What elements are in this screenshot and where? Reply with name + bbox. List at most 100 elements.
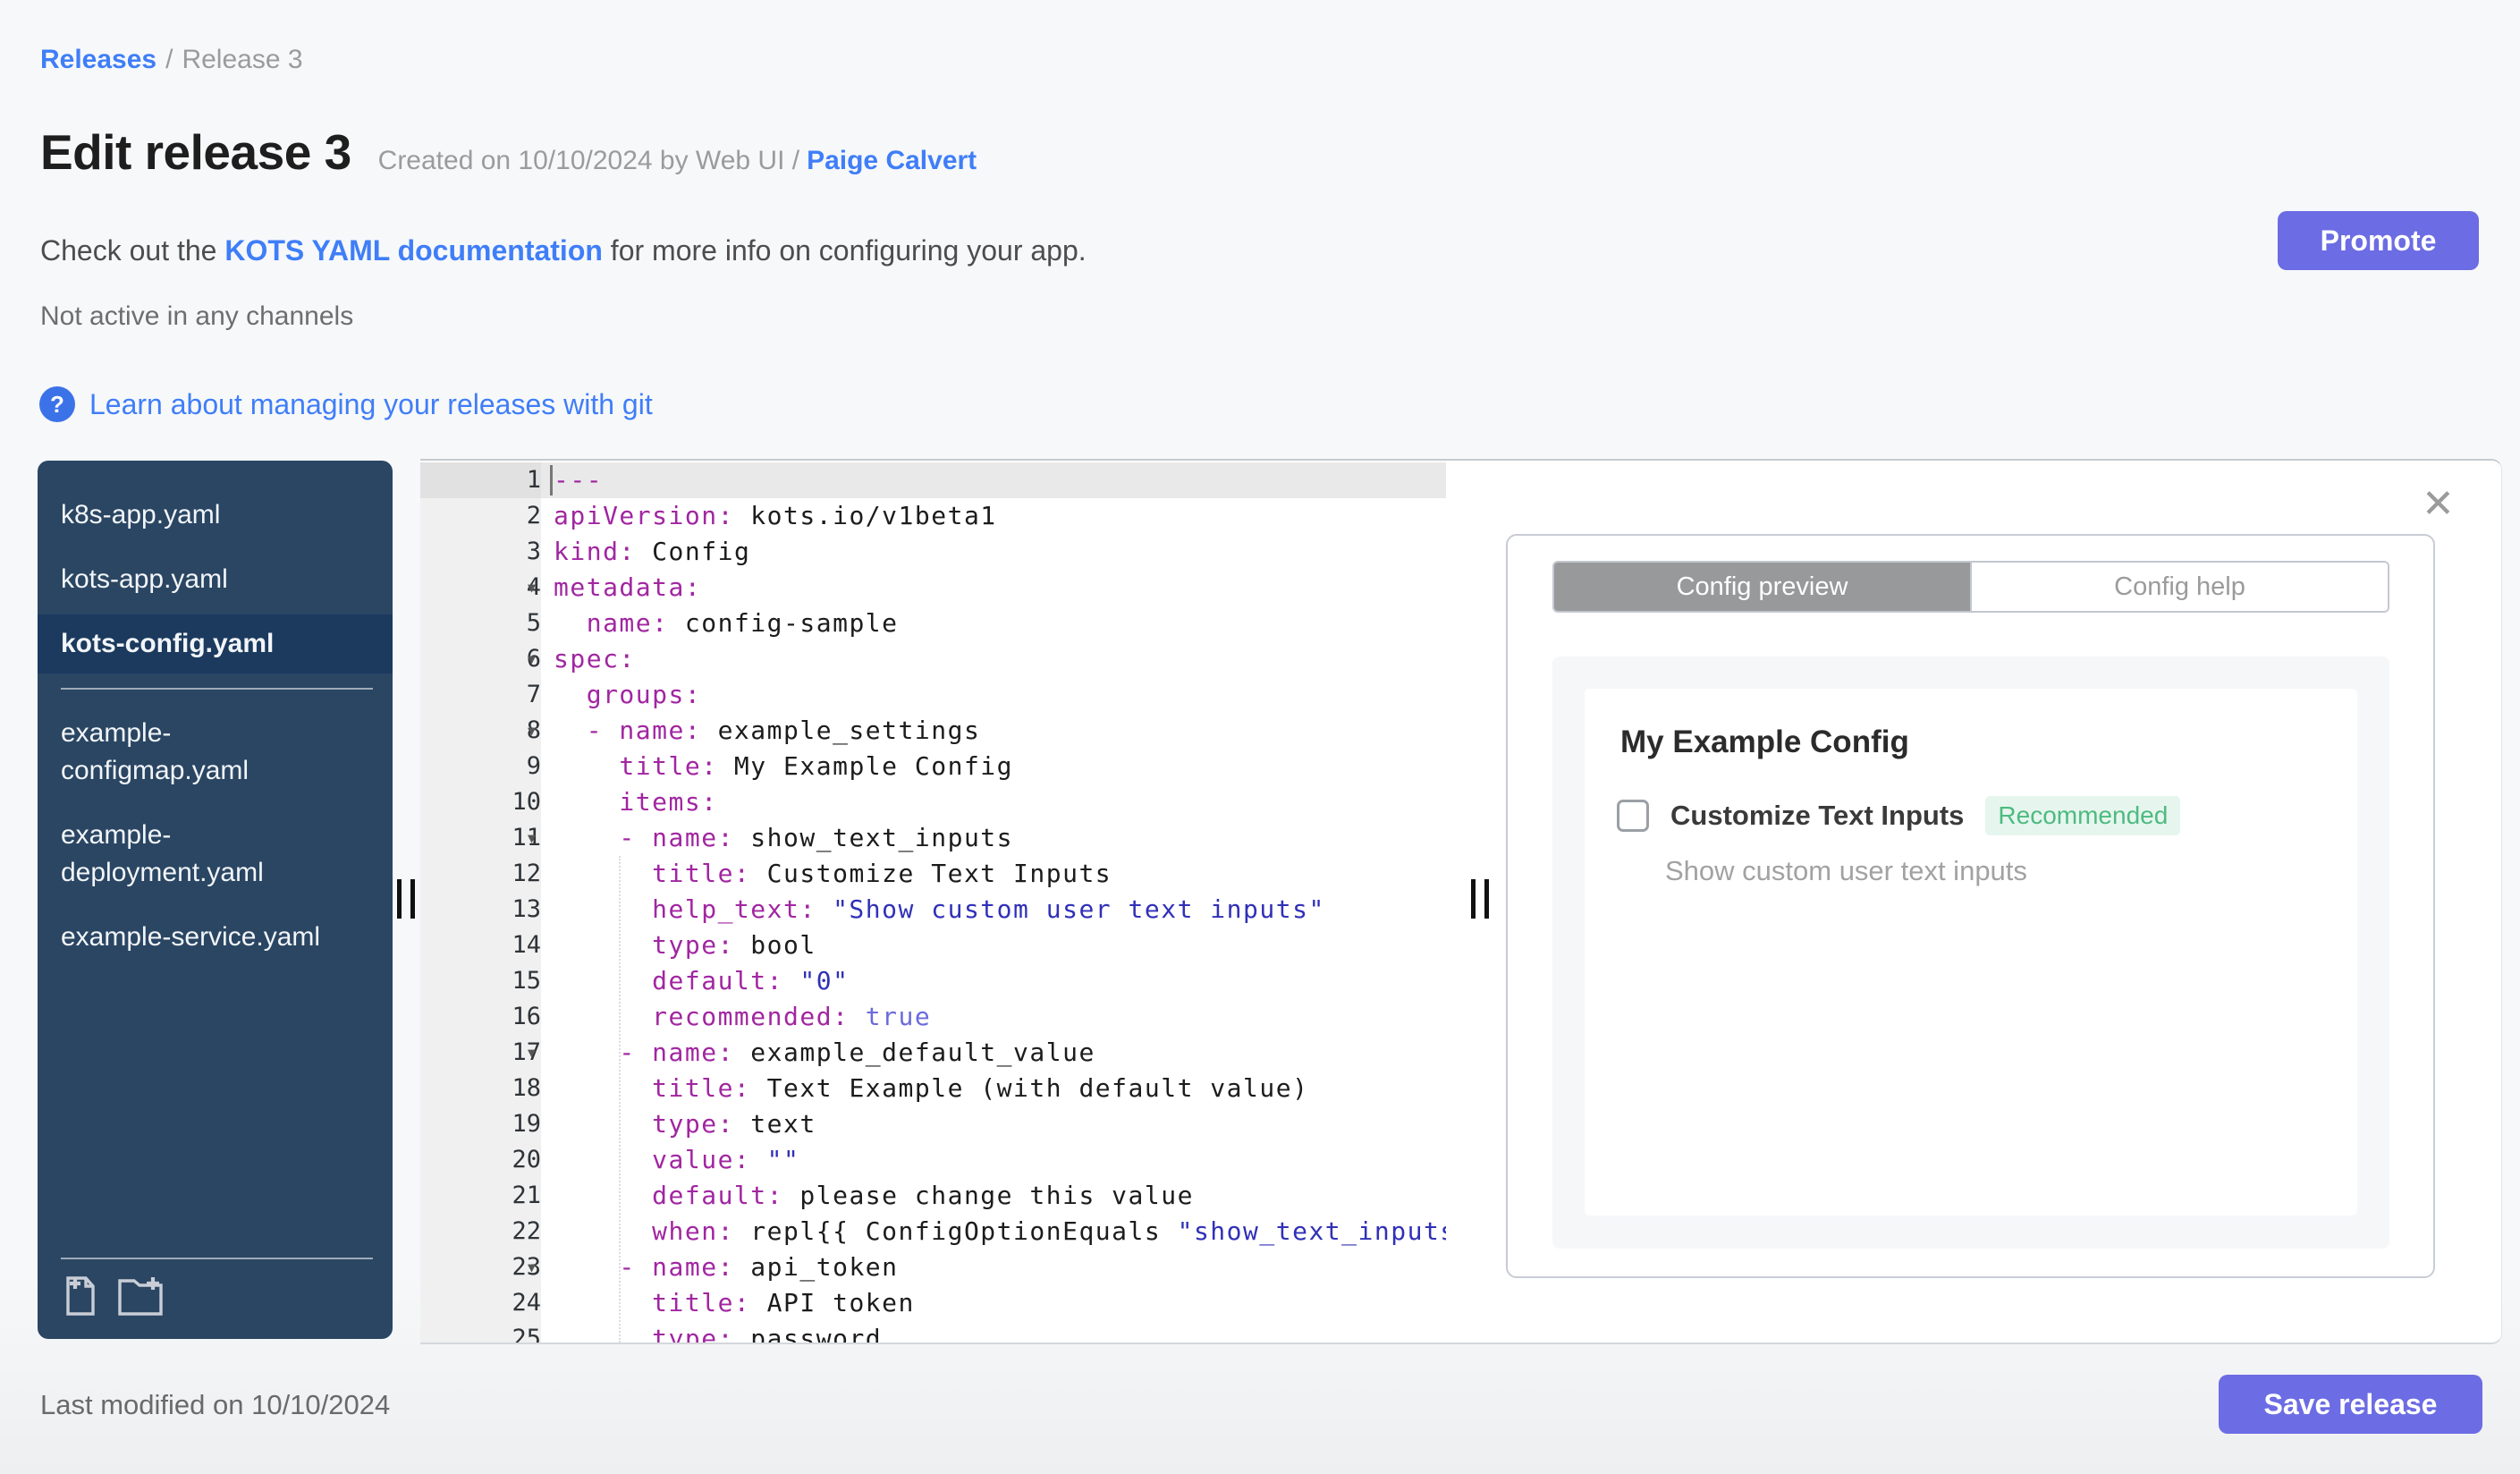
text-cursor [550,465,553,496]
code-text: title: Text Example (with default value) [554,1073,1309,1103]
code-text: title: My Example Config [554,751,1014,781]
code-text: metadata: [554,572,702,602]
gutter-cell: 10 [420,784,541,820]
line-number: 3 [526,538,541,565]
code-line[interactable]: 19 type: text [420,1106,1446,1142]
code-text: - name: example_settings [554,716,981,745]
code-line[interactable]: 3 kind: Config [420,534,1446,570]
line-number: 19 [512,1110,541,1138]
gutter-cell: 9 [420,749,541,784]
code-line[interactable]: 20 value: "" [420,1142,1446,1178]
line-number: 13 [512,895,541,923]
line-number: 1 [526,466,541,494]
close-icon[interactable]: ✕ [2416,484,2460,525]
line-number: 22 [512,1217,541,1245]
code-line[interactable]: 9 title: My Example Config [420,749,1446,784]
code-line[interactable]: 1 --- [420,462,1446,498]
save-release-button[interactable]: Save release [2219,1375,2482,1434]
author-link[interactable]: Paige Calvert [807,146,977,175]
file-item-example-deployment-yaml[interactable]: example-deployment.yaml [38,806,393,902]
line-number: 12 [512,860,541,887]
file-item-k8s-app-yaml[interactable]: k8s-app.yaml [38,486,393,545]
code-line[interactable]: 16 recommended: true [420,999,1446,1035]
code-text: recommended: true [554,1002,932,1031]
file-item-kots-app-yaml[interactable]: kots-app.yaml [38,550,393,609]
code-line[interactable]: 17 ▼ - name: example_default_value [420,1035,1446,1071]
gutter-cell: 11 ▼ [420,820,541,856]
code-text: help_text: "Show custom user text inputs… [554,894,1325,924]
fold-arrow-icon[interactable]: ▼ [528,713,536,749]
promote-button[interactable]: Promote [2278,211,2479,270]
line-number: 5 [526,609,541,637]
resize-bar [1471,879,1476,919]
code-text: title: API token [554,1288,915,1317]
code-line[interactable]: 18 title: Text Example (with default val… [420,1071,1446,1106]
sidebar-divider [61,1258,373,1259]
file-item-example-configmap-yaml[interactable]: example-configmap.yaml [38,704,393,801]
code-text: kind: Config [554,537,751,566]
line-number: 25 [512,1325,541,1343]
code-line[interactable]: 22 when: repl{{ ConfigOptionEquals "show… [420,1214,1446,1250]
code-editor[interactable]: 1 --- 2 apiVersion: kots.io/v1beta1 3 kind: C… [420,461,1447,1343]
code-text: value: "" [554,1145,800,1174]
code-line[interactable]: 10 items: [420,784,1446,820]
sidebar-bottom [38,1258,393,1339]
gutter-cell: 15 [420,963,541,999]
tab-config-preview[interactable]: Config preview [1554,563,1970,611]
git-releases-link[interactable]: Learn about managing your releases with … [89,388,653,421]
breadcrumb-separator: / [165,45,173,74]
code-line[interactable]: 15 default: "0" [420,963,1446,999]
code-text: spec: [554,644,636,673]
fold-arrow-icon[interactable]: ▼ [528,1035,536,1071]
code-line[interactable]: 14 type: bool [420,928,1446,963]
code-line[interactable]: 6 ▼ spec: [420,641,1446,677]
code-line[interactable]: 21 default: please change this value [420,1178,1446,1214]
code-text: when: repl{{ ConfigOptionEquals "show_te… [554,1216,1447,1246]
add-folder-icon[interactable] [116,1275,165,1321]
code-lines: 1 --- 2 apiVersion: kots.io/v1beta1 3 kind: C… [420,462,1446,1343]
file-item-example-service-yaml[interactable]: example-service.yaml [38,908,393,967]
code-text: - name: api_token [554,1252,899,1282]
gutter-cell: 13 [420,892,541,928]
code-line[interactable]: 24 title: API token [420,1285,1446,1321]
kots-yaml-doc-link[interactable]: KOTS YAML documentation [224,234,603,267]
code-line[interactable]: 2 apiVersion: kots.io/v1beta1 [420,498,1446,534]
tab-config-help[interactable]: Config help [1970,563,2388,611]
customize-text-inputs-checkbox[interactable] [1617,800,1649,832]
doc-hint-before: Check out the [40,234,225,267]
code-line[interactable]: 8 ▼ - name: example_settings [420,713,1446,749]
code-line[interactable]: 4 ▼ metadata: [420,570,1446,606]
sidebar-resize-handle[interactable] [397,879,415,919]
code-line[interactable]: 25 type: password [420,1321,1446,1343]
line-number: 9 [526,752,541,780]
gutter-cell: 3 [420,534,541,570]
code-line[interactable]: 23 ▼ - name: api_token [420,1250,1446,1285]
fold-arrow-icon[interactable]: ▼ [528,570,536,606]
code-line[interactable]: 7 groups: [420,677,1446,713]
gutter-cell: 1 [420,462,541,498]
breadcrumb-releases-link[interactable]: Releases [40,45,156,74]
gutter-cell: 4 ▼ [420,570,541,606]
code-line[interactable]: 12 title: Customize Text Inputs [420,856,1446,892]
code-text: type: password [554,1324,883,1343]
line-number: 21 [512,1182,541,1209]
code-line[interactable]: 5 name: config-sample [420,606,1446,641]
breadcrumb-current: Release 3 [182,45,303,74]
line-number: 10 [512,788,541,816]
code-text: name: config-sample [554,608,899,638]
code-line[interactable]: 11 ▼ - name: show_text_inputs [420,820,1446,856]
fold-arrow-icon[interactable]: ▼ [528,1250,536,1285]
line-number: 14 [512,931,541,959]
gutter-cell: 25 [420,1321,541,1343]
add-file-icon[interactable] [61,1275,98,1321]
code-line[interactable]: 13 help_text: "Show custom user text inp… [420,892,1446,928]
recommended-badge: Recommended [1985,796,2181,835]
preview-body: My Example Config Customize Text Inputs … [1552,657,2389,1249]
preview-resize-handle[interactable] [1471,879,1489,919]
code-text: type: text [554,1109,816,1139]
fold-arrow-icon[interactable]: ▼ [528,820,536,856]
file-item-kots-config-yaml[interactable]: kots-config.yaml [38,614,393,673]
code-text: groups: [554,680,702,709]
fold-arrow-icon[interactable]: ▼ [528,641,536,677]
line-number: 18 [512,1074,541,1102]
